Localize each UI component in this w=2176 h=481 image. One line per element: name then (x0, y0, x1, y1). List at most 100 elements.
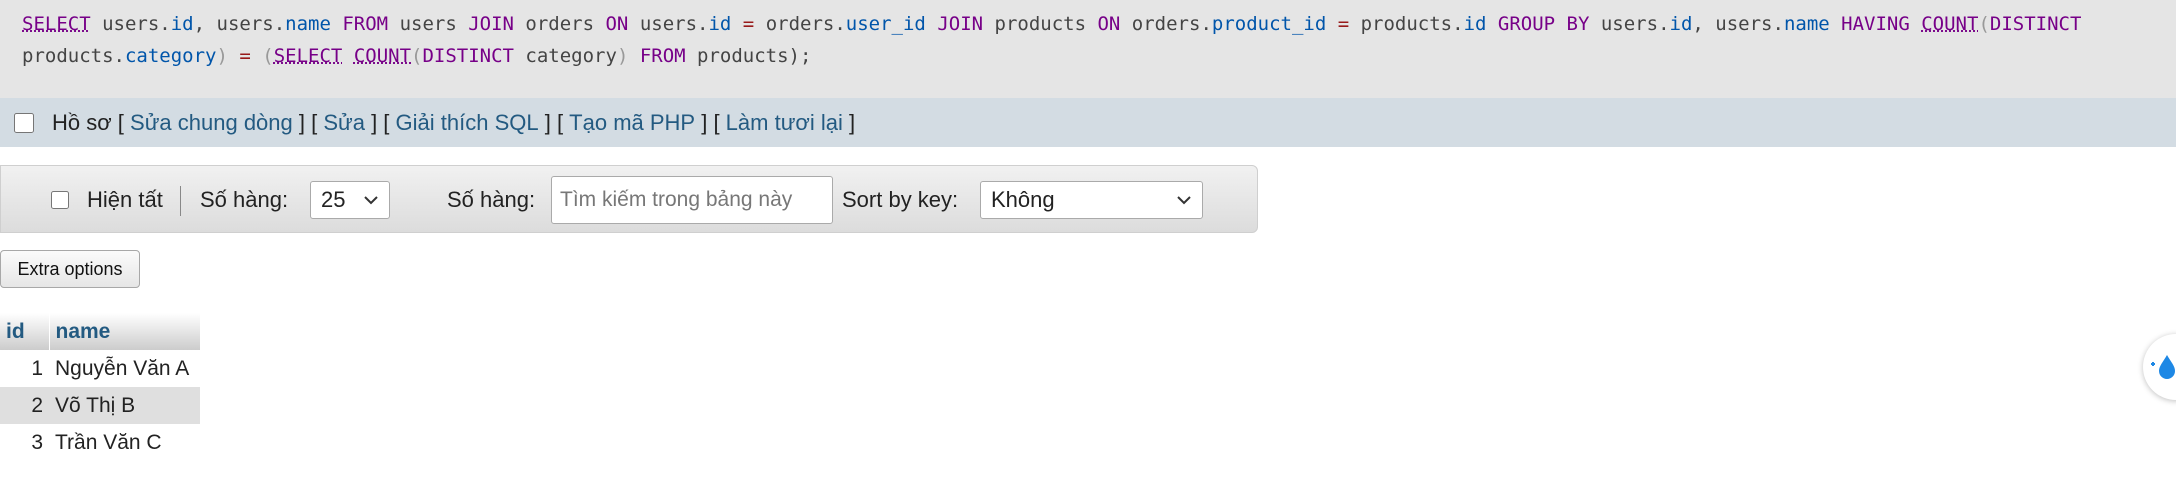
sql-token: user_id (845, 13, 926, 35)
sql-token: HAVING (1829, 13, 1910, 35)
rows-count-label: Số hàng: (200, 187, 289, 212)
table-row: 1 Nguyễn Văn A (0, 350, 200, 387)
bracket: ] [ (695, 109, 726, 135)
show-all-checkbox[interactable] (51, 191, 69, 209)
sql-token: id (1463, 13, 1487, 35)
bracket: ] [ (292, 109, 324, 135)
sql-token: ON (1097, 13, 1121, 35)
sql-token: ( (411, 45, 423, 67)
divider (180, 186, 181, 216)
sql-token: = (1326, 13, 1361, 35)
sql-token: . (697, 13, 709, 35)
sql-token: users (1589, 13, 1659, 35)
sql-token: ); (788, 45, 812, 67)
filter-rows-label: Số hàng: (447, 187, 536, 212)
table-row: 3 Trần Văn C (0, 424, 200, 461)
sql-token: id (1669, 13, 1693, 35)
bracket: ] [ (364, 109, 396, 135)
sql-token: products (22, 45, 114, 67)
sql-token: products (685, 45, 789, 67)
sql-token: ( (1978, 13, 1990, 35)
sql-token: = (227, 45, 263, 67)
sql-token: products (1360, 13, 1453, 35)
sql-token: . (273, 13, 286, 35)
sql-token: FROM (330, 13, 389, 35)
sql-line-1: SELECT users.id, users.name FROM users J… (22, 8, 2176, 40)
sql-token: . (159, 13, 171, 35)
sql-token: . (1200, 13, 1212, 35)
sql-token: JOIN (468, 13, 514, 35)
query-links-bar: Hồ sơ [ Sửa chung dòng ] [ Sửa ] [ Giải … (0, 98, 2176, 147)
sql-token: users (628, 13, 698, 35)
column-header-id[interactable]: id (0, 313, 50, 350)
sql-token: SELECT (273, 45, 343, 67)
cell-name: Trần Văn C (55, 430, 162, 454)
cell-id: 2 (0, 387, 49, 424)
sql-token: users (388, 13, 469, 35)
sql-token: DISTINCT (1989, 13, 2082, 35)
sql-token: category (124, 45, 217, 67)
edit-inline-link[interactable]: Sửa chung dòng (130, 110, 293, 136)
sql-token: GROUP BY (1486, 13, 1590, 35)
sql-token: DISTINCT (422, 45, 514, 67)
table-search-input[interactable] (551, 176, 833, 224)
sql-token: . (1772, 13, 1784, 35)
sql-token: users (90, 13, 160, 35)
chevron-down-icon (1177, 196, 1191, 205)
rows-per-page-select[interactable]: 25 (310, 181, 390, 219)
sql-token: COUNT (1921, 13, 1979, 35)
sql-token: = (731, 13, 766, 35)
bracket: ] (842, 109, 856, 135)
cell-id: 1 (31, 356, 43, 380)
rows-per-page-value: 25 (321, 187, 346, 212)
explain-sql-link[interactable]: Giải thích SQL (396, 110, 539, 136)
chevron-down-icon (364, 196, 378, 205)
sql-token: id (708, 13, 732, 35)
sql-token: . (834, 13, 846, 35)
edit-link[interactable]: Sửa (323, 110, 365, 136)
profiling-checkbox[interactable] (14, 112, 34, 133)
column-header-name[interactable]: name (49, 313, 201, 350)
sql-token: , users (193, 13, 274, 35)
sql-token: category (513, 45, 617, 67)
sort-by-key-label: Sort by key: (842, 187, 959, 212)
sql-token: ) (616, 45, 629, 67)
floating-translate-widget[interactable] (2143, 334, 2176, 400)
sql-token: orders (513, 13, 606, 35)
table-navigation-panel: Hiện tất Số hàng: 25 Số hàng: Sort by ke… (0, 165, 1258, 233)
sql-token: product_id (1211, 13, 1327, 35)
sql-token: ) (216, 45, 228, 67)
profiling-label: Hồ sơ (52, 109, 112, 135)
sql-query-box: SELECT users.id, users.name FROM users J… (0, 0, 2176, 98)
sql-token: . (1658, 13, 1670, 35)
sql-token: orders (1120, 13, 1201, 35)
sort-by-key-select[interactable]: Không (980, 181, 1203, 219)
sql-token: COUNT (353, 45, 412, 67)
sql-token: products (983, 13, 1098, 35)
results-table: id name 1 Nguyễn Văn A 2 Võ Thị B 3 Trần… (0, 313, 201, 461)
sort-by-key-value: Không (991, 187, 1055, 212)
create-php-code-link[interactable]: Tạo mã PHP (569, 110, 695, 136)
table-row: 2 Võ Thị B (0, 387, 200, 424)
sql-token: SELECT (22, 13, 91, 35)
sql-token: JOIN (937, 13, 984, 35)
sql-token: name (285, 13, 331, 35)
sql-token: ( (262, 45, 274, 67)
sql-token: , users (1692, 13, 1773, 35)
sql-line-2: products.category) = (SELECT COUNT(DISTI… (22, 40, 2176, 72)
sql-token: FROM (628, 45, 686, 67)
show-all-label: Hiện tất (87, 187, 163, 212)
sql-token: . (1452, 13, 1464, 35)
sql-token: ON (605, 13, 629, 35)
sql-token: orders (765, 13, 835, 35)
cell-name: Nguyễn Văn A (55, 356, 190, 380)
refresh-link[interactable]: Làm tươi lại (726, 110, 843, 136)
bracket: [ (111, 109, 131, 135)
bracket: ] [ (538, 109, 570, 135)
table-header-row: id name (0, 313, 201, 350)
extra-options-button[interactable]: Extra options (0, 250, 140, 288)
cell-name: Võ Thị B (49, 387, 200, 424)
